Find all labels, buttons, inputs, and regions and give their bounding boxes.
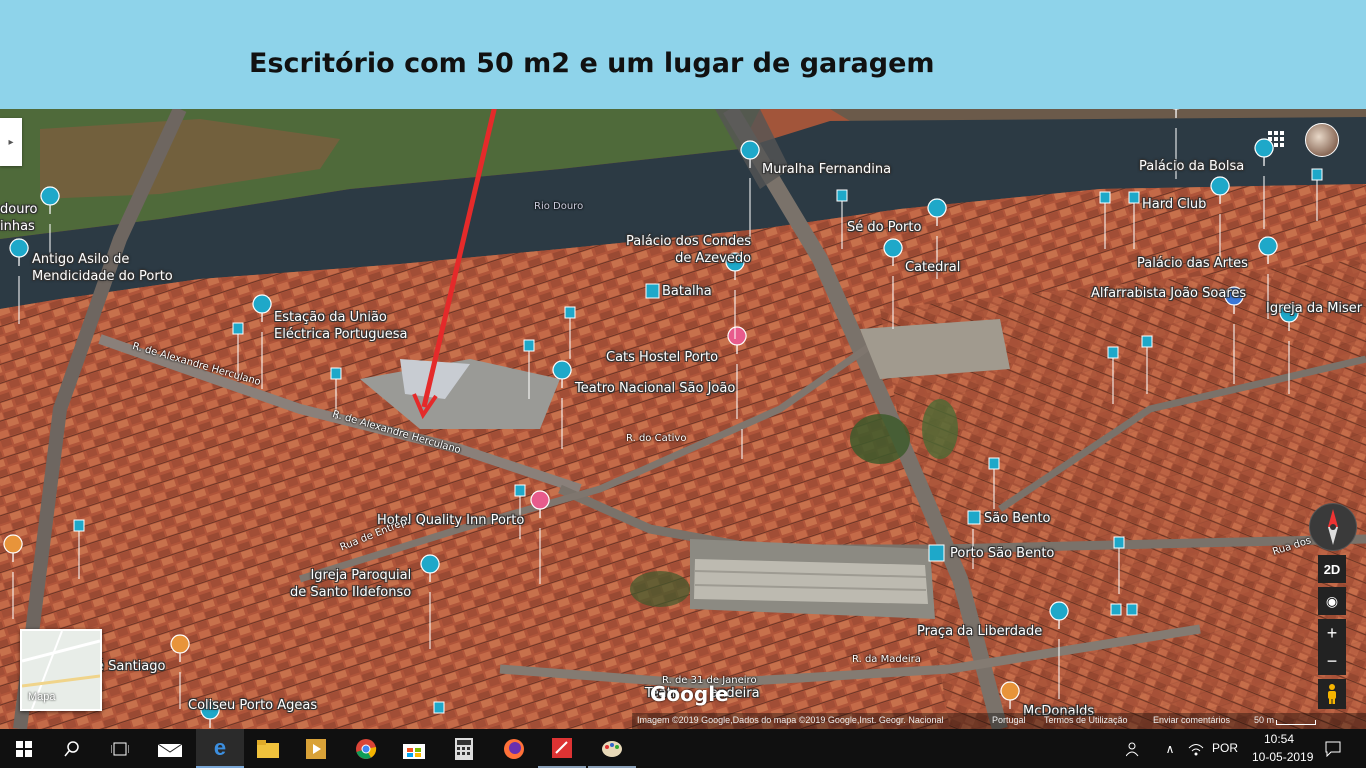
pegman-icon[interactable] xyxy=(1318,679,1346,709)
zoom-in-button[interactable]: + xyxy=(1318,619,1346,647)
wifi-icon[interactable] xyxy=(1184,729,1208,768)
notifications-icon[interactable] xyxy=(1318,729,1348,768)
terms-link[interactable]: Termos de Utilização xyxy=(1044,715,1128,725)
banner: Escritório com 50 m2 e um lugar de garag… xyxy=(0,0,1366,109)
minimap-label: Mapa xyxy=(28,691,56,703)
clock-time[interactable]: 10:54 xyxy=(1264,732,1294,746)
street-label: R. do Cativo xyxy=(626,433,687,444)
google-logo: Google xyxy=(650,682,729,706)
clock-date[interactable]: 10-05-2019 xyxy=(1252,750,1313,764)
poi-label[interactable]: Igreja da Miser xyxy=(1266,300,1362,317)
imagery-attribution: Imagem ©2019 Google,Dados do mapa ©2019 … xyxy=(637,715,944,725)
start-icon[interactable] xyxy=(0,729,48,768)
media-player-icon[interactable] xyxy=(292,729,340,768)
poi-label[interactable]: Catedral xyxy=(905,259,960,276)
poi-label[interactable]: São Bento xyxy=(984,510,1051,527)
compass-icon[interactable] xyxy=(1309,503,1357,551)
poi-label[interactable]: Sé do Porto xyxy=(847,219,921,236)
poi-pin xyxy=(9,238,29,267)
poi-label[interactable]: Palácio das Artes xyxy=(1137,255,1248,272)
poi-label[interactable]: Igreja Paroquial de Santo Ildefonso xyxy=(290,567,411,601)
poi-pin xyxy=(1049,601,1069,630)
chrome-icon[interactable] xyxy=(342,729,390,768)
map-view[interactable]: ▸ douro inhas Antigo Asilo de Mendicidad… xyxy=(0,109,1366,729)
poi-label[interactable]: Coliseu Porto Ageas xyxy=(188,697,317,714)
hotel-pin xyxy=(727,326,747,355)
calculator-icon[interactable] xyxy=(440,729,488,768)
poi-pin xyxy=(252,294,272,323)
poi-pin xyxy=(1258,236,1278,265)
locate-icon: ◉ xyxy=(1325,592,1339,609)
poi-label[interactable]: Hard Club xyxy=(1142,196,1206,213)
poi-pin xyxy=(40,186,60,215)
poi-label[interactable]: é Santiago xyxy=(96,658,165,675)
river-label: Rio Douro xyxy=(534,201,584,212)
poi-pin xyxy=(420,554,440,583)
metro-icon xyxy=(967,510,981,525)
poi-label[interactable]: Palácio da Bolsa xyxy=(1139,158,1244,175)
tilt-2d-button[interactable]: 2D xyxy=(1318,555,1346,583)
poi-pin xyxy=(552,360,572,389)
poi-label[interactable]: Porto São Bento xyxy=(950,545,1054,562)
store-icon[interactable] xyxy=(390,729,438,768)
poi-label[interactable]: Praça da Liberdade xyxy=(917,623,1042,640)
scale-bar[interactable] xyxy=(1276,720,1316,725)
poi-label[interactable]: Palácio dos Condes de Azevedo xyxy=(626,233,751,267)
poi-pin xyxy=(1210,176,1230,205)
banner-title: Escritório com 50 m2 e um lugar de garag… xyxy=(249,48,935,79)
food-pin xyxy=(1000,681,1020,710)
poi-label[interactable]: Alfarrabista João Soares xyxy=(1091,285,1246,302)
scale-label[interactable]: 50 m xyxy=(1254,715,1274,725)
food-pin xyxy=(3,534,23,563)
zoom-out-button[interactable]: − xyxy=(1318,647,1346,675)
poi-label[interactable]: Teatro Nacional São João xyxy=(575,380,735,397)
paint-icon[interactable] xyxy=(538,729,586,768)
poi-label[interactable]: Estação da União Eléctrica Portuguesa xyxy=(274,309,408,343)
locate-button[interactable]: ◉ xyxy=(1318,587,1346,615)
edge-icon[interactable]: e xyxy=(196,729,244,768)
paint-palette-icon[interactable] xyxy=(588,729,636,768)
map-type-toggle[interactable]: Mapa xyxy=(20,629,102,711)
poi-pin xyxy=(740,140,760,169)
poi-pin xyxy=(927,198,947,227)
poi-label[interactable]: douro inhas xyxy=(0,201,37,235)
language-indicator[interactable]: POR xyxy=(1212,741,1238,755)
poi-label[interactable]: Muralha Fernandina xyxy=(762,161,891,178)
poi-label[interactable]: Cats Hostel Porto xyxy=(606,349,718,366)
poi-pin xyxy=(883,238,903,267)
bus-icon xyxy=(645,283,660,299)
poi-label[interactable]: Batalha xyxy=(662,283,712,300)
poi-label[interactable]: Antigo Asilo de Mendicidade do Porto xyxy=(32,251,173,285)
task-view-icon[interactable] xyxy=(96,729,144,768)
people-icon[interactable] xyxy=(1116,729,1152,768)
chevron-up-icon[interactable]: ∧ xyxy=(1158,729,1182,768)
search-icon[interactable] xyxy=(48,729,96,768)
file-explorer-icon[interactable] xyxy=(244,729,292,768)
food-pin xyxy=(170,634,190,663)
feedback-link[interactable]: Enviar comentários xyxy=(1153,715,1230,725)
taskbar: e ∧ POR 10:54 10-05-2019 xyxy=(0,729,1366,768)
firefox-icon[interactable] xyxy=(490,729,538,768)
country-link[interactable]: Portugal xyxy=(992,715,1026,725)
hotel-pin xyxy=(530,490,550,519)
mail-icon[interactable] xyxy=(146,729,194,768)
poi-pin xyxy=(1172,109,1180,119)
train-station-icon xyxy=(928,544,945,562)
poi-pin xyxy=(1254,138,1274,167)
street-label: R. da Madeira xyxy=(852,654,921,665)
